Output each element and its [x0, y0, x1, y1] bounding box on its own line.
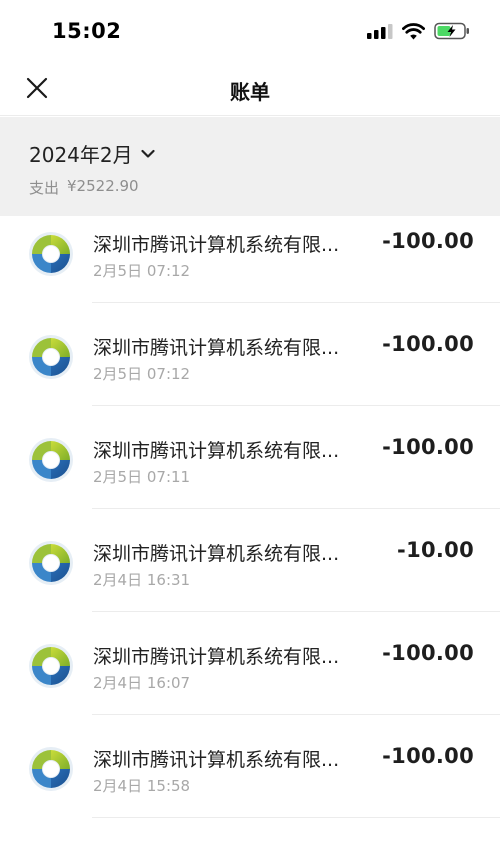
tenpay-logo-icon: [28, 746, 74, 792]
merchant-name: 深圳市腾讯计算机系统有限...: [93, 646, 340, 668]
tenpay-logo-icon: [28, 643, 74, 689]
tenpay-logo-icon: [28, 540, 74, 586]
merchant-name: 深圳市腾讯计算机系统有限...: [93, 440, 340, 462]
expense-amount: ¥2522.90: [67, 177, 139, 195]
transaction-amount: -100.00: [382, 744, 474, 768]
transaction-row[interactable]: 深圳市腾讯计算机系统有限... 2月4日 15:58 -100.00: [0, 715, 500, 818]
transaction-time: 2月4日 15:58: [93, 777, 191, 795]
expense-summary: 支出 ¥2522.90: [29, 177, 139, 198]
chevron-down-icon: [141, 144, 155, 163]
status-time: 15:02: [52, 19, 122, 43]
tenpay-logo-icon: [28, 437, 74, 483]
transaction-time: 2月5日 07:12: [93, 365, 191, 383]
transaction-row[interactable]: 深圳市腾讯计算机系统有限... 2月4日 16:07 -100.00: [0, 612, 500, 715]
cellular-signal-icon: [367, 23, 393, 43]
merchant-name: 深圳市腾讯计算机系统有限...: [93, 234, 340, 256]
transaction-row[interactable]: 深圳市腾讯计算机系统有限... 2月5日 07:12 -100.00: [0, 303, 500, 406]
transaction-row[interactable]: 深圳市腾讯计算机系统有限... 2月4日 16:31 -10.00: [0, 509, 500, 612]
transaction-amount: -100.00: [382, 641, 474, 665]
transaction-time: 2月5日 07:12: [93, 262, 191, 280]
transaction-amount: -10.00: [397, 538, 474, 562]
tenpay-logo-icon: [28, 231, 74, 277]
wifi-icon: [402, 22, 425, 44]
transaction-row[interactable]: 深圳市腾讯计算机系统有限... 2月5日 07:11 -100.00: [0, 406, 500, 509]
expense-label: 支出: [29, 179, 60, 197]
transaction-time: 2月4日 16:07: [93, 674, 191, 692]
transaction-amount: -100.00: [382, 435, 474, 459]
merchant-name: 深圳市腾讯计算机系统有限...: [93, 749, 340, 771]
transaction-amount: -100.00: [382, 229, 474, 253]
month-selector[interactable]: 2024年2月: [29, 139, 155, 168]
merchant-name: 深圳市腾讯计算机系统有限...: [93, 543, 340, 565]
month-label: 2024年2月: [29, 143, 133, 167]
month-header: 2024年2月 支出 ¥2522.90: [0, 117, 500, 216]
page-title: 账单: [230, 80, 270, 104]
transaction-time: 2月5日 07:11: [93, 468, 191, 486]
transaction-time: 2月4日 16:31: [93, 571, 191, 589]
tenpay-logo-icon: [28, 334, 74, 380]
nav-bar: 账单: [0, 66, 500, 116]
status-icons: [367, 22, 470, 44]
transaction-amount: -100.00: [382, 332, 474, 356]
divider: [92, 817, 500, 818]
status-bar: 15:02: [0, 0, 500, 66]
merchant-name: 深圳市腾讯计算机系统有限...: [93, 337, 340, 359]
battery-charging-icon: [434, 22, 470, 44]
bill-screen: 15:02 账单 深圳市腾讯计算机系统有限... 2月5日 07:12 -100…: [0, 0, 500, 865]
